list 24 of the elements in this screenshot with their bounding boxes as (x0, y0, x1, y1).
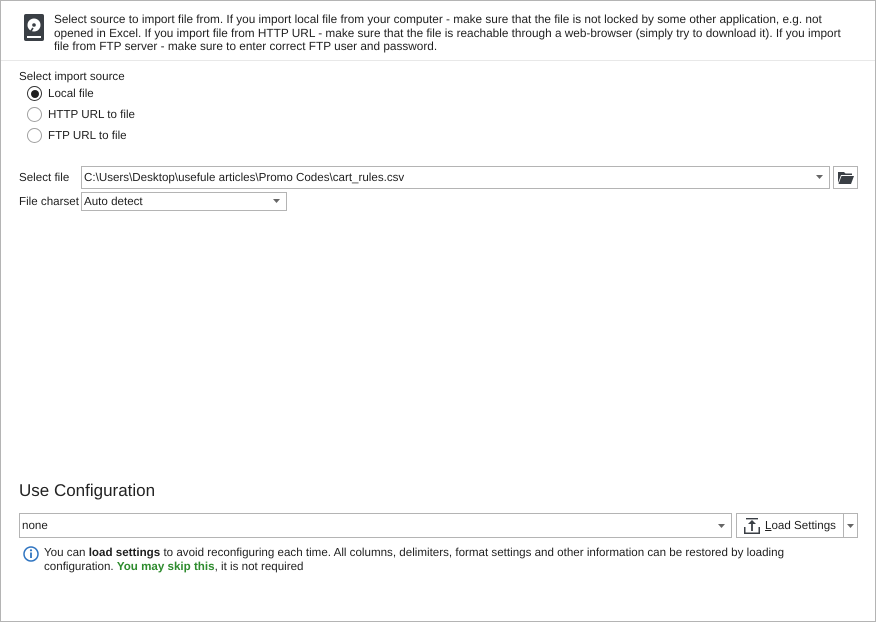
configuration-combobox[interactable]: none (19, 513, 732, 538)
radio-label[interactable]: FTP URL to file (48, 128, 127, 142)
configuration-heading: Use Configuration (19, 481, 156, 501)
import-source-label: Select import source (19, 70, 126, 84)
charset-combobox[interactable]: Auto detect (81, 192, 287, 210)
radio-button[interactable] (27, 86, 42, 101)
browse-button[interactable] (833, 166, 858, 188)
upload-icon (744, 518, 760, 534)
info-icon (23, 546, 39, 562)
caret-icon (816, 175, 823, 179)
radio-label[interactable]: Local file (48, 86, 94, 100)
hard-drive-icon (24, 14, 44, 41)
folder-icon (838, 170, 854, 184)
caret-icon (847, 524, 854, 528)
configuration-info-text: You can load settings to avoid reconfiguring each time. All columns, delimiters, format settings and other information can be restored by loading configuration. You may skip this, it is not required (44, 546, 786, 574)
file-path-combobox[interactable]: C:\Users\Desktop\usefule articles\Promo Codes\cart_rules.csv (81, 166, 830, 188)
file-charset-label: File charset (19, 194, 80, 208)
select-file-label: Select file (19, 170, 70, 184)
radio-button[interactable] (27, 128, 42, 143)
radio-label[interactable]: HTTP URL to file (48, 108, 135, 122)
caret-icon (718, 524, 725, 528)
radio-button[interactable] (27, 107, 42, 122)
caret-icon (273, 199, 280, 203)
instructions-text: Select source to import file from. If you import local file from your computer - make sure that the file is not locked by some other application, e.g. not opened in Excel. If you import file from HTTP URL - make sure that the file is reachable through a web-browser (simply try to download it). If you import file from FTP server - make sure to enter correct FTP user and password. (54, 13, 842, 54)
